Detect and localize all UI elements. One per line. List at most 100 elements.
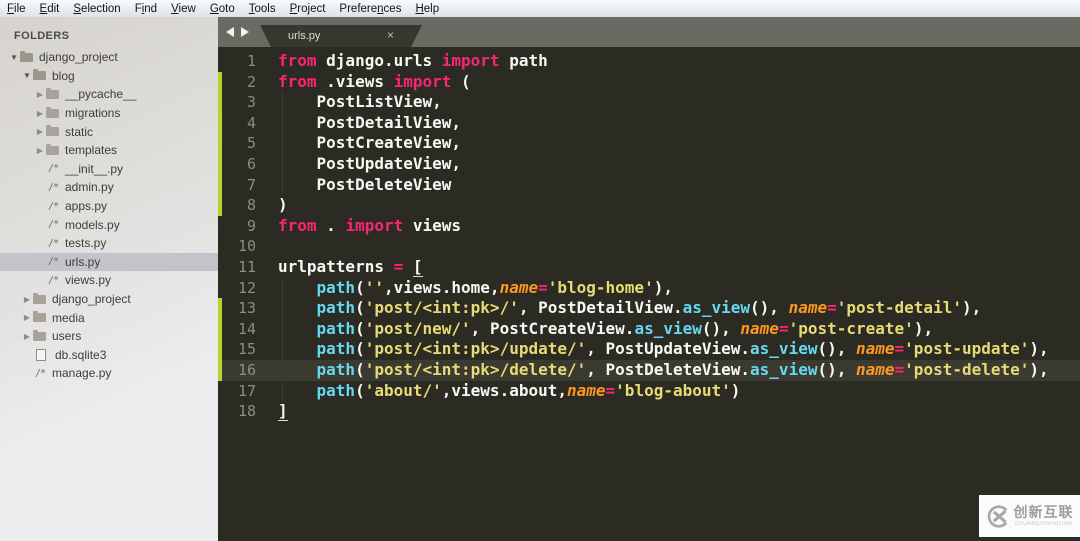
tree-item-label: __pycache__ xyxy=(65,87,137,102)
tree-item-label: migrations xyxy=(65,106,121,121)
line-number: 16 xyxy=(237,360,256,379)
tab-urls-py[interactable]: urls.py × xyxy=(260,25,422,47)
line-number: 18 xyxy=(237,402,256,421)
menu-find[interactable]: Find xyxy=(128,3,164,15)
menu-file[interactable]: File xyxy=(0,3,33,15)
code-line[interactable]: 9 from . import views xyxy=(218,216,1080,237)
tab-scroll-left-icon[interactable] xyxy=(226,27,234,37)
sidebar-folders-panel: FOLDERS ▼ django_project ▼ blog ▶ __pycache__… xyxy=(0,17,218,541)
code-line[interactable]: 14 path('post/new/', PostCreateView.as_v… xyxy=(218,318,1080,340)
line-number: 6 xyxy=(246,154,256,173)
tree-item-views-py[interactable]: /* views.py xyxy=(0,271,218,290)
tree-item-templates[interactable]: ▶ templates xyxy=(0,141,218,160)
python-file-icon: /* xyxy=(47,237,59,249)
code-line[interactable]: 7 PostDeleteView xyxy=(218,174,1080,196)
tab-scroll-right-icon[interactable] xyxy=(241,27,249,37)
folder-tree: ▼ django_project ▼ blog ▶ __pycache__ ▶ migrati… xyxy=(0,48,218,383)
line-number: 4 xyxy=(246,113,256,132)
menu-selection[interactable]: Selection xyxy=(66,3,127,15)
chevron-right-icon[interactable]: ▶ xyxy=(21,313,33,322)
menu-help[interactable]: Help xyxy=(408,3,446,15)
line-number: 14 xyxy=(237,319,256,338)
code-text: PostDetailView, xyxy=(278,112,462,132)
menu-tools[interactable]: Tools xyxy=(242,3,283,15)
folder-icon xyxy=(33,69,46,81)
line-number: 2 xyxy=(246,72,256,91)
tree-item-blog[interactable]: ▼ blog xyxy=(0,67,218,86)
tree-item-label: media xyxy=(52,310,85,325)
code-line[interactable]: 1 from django.urls import path xyxy=(218,51,1080,72)
tree-item-label: urls.py xyxy=(65,254,101,269)
tree-item-media[interactable]: ▶ media xyxy=(0,308,218,327)
watermark-title: 创新互联 xyxy=(1013,504,1074,520)
chevron-right-icon[interactable]: ▶ xyxy=(34,109,46,118)
tree-item-label: templates xyxy=(65,143,118,158)
tree-item--pycache-[interactable]: ▶ __pycache__ xyxy=(0,85,218,104)
tree-item-models-py[interactable]: /* models.py xyxy=(0,215,218,234)
line-number: 13 xyxy=(237,299,256,318)
menu-preferences[interactable]: Preferences xyxy=(332,3,408,15)
menu-edit[interactable]: Edit xyxy=(33,3,67,15)
tree-item-label: models.py xyxy=(65,217,120,232)
chevron-down-icon[interactable]: ▼ xyxy=(8,53,20,62)
tree-item-django-project[interactable]: ▶ django_project xyxy=(0,290,218,309)
code-line[interactable]: 18] xyxy=(218,401,1080,422)
code-line[interactable]: 15 path('post/<int:pk>/update/', PostUpd… xyxy=(218,339,1080,360)
line-number: 15 xyxy=(237,340,256,359)
tree-item-migrations[interactable]: ▶ migrations xyxy=(0,104,218,123)
chevron-down-icon[interactable]: ▼ xyxy=(21,71,33,80)
code-text: path('post/<int:pk>/', PostDetailView.as… xyxy=(316,298,982,318)
chevron-right-icon[interactable]: ▶ xyxy=(34,90,46,99)
chevron-right-icon[interactable]: ▶ xyxy=(21,295,33,304)
tree-item-manage-py[interactable]: /* manage.py xyxy=(0,364,218,383)
folder-icon xyxy=(33,329,46,341)
code-line[interactable]: 10 xyxy=(218,236,1080,257)
code-line[interactable]: 16 path('post/<int:pk>/delete/', PostDel… xyxy=(218,359,1080,381)
code-line[interactable]: 12 path('',views.home,name='blog-home'), xyxy=(218,278,1080,299)
code-line[interactable]: 2 from .views import ( xyxy=(218,71,1080,93)
code-line[interactable]: 3 PostListView, xyxy=(218,92,1080,113)
tree-item-label: views.py xyxy=(65,273,112,288)
folder-icon xyxy=(46,125,59,137)
python-file-icon: /* xyxy=(47,163,59,175)
code-line[interactable]: 13 path('post/<int:pk>/', PostDetailView… xyxy=(218,298,1080,319)
tree-item--init-py[interactable]: /* __init__.py xyxy=(0,160,218,179)
tree-item-urls-py[interactable]: /* urls.py xyxy=(0,252,218,272)
code-text: PostCreateView, xyxy=(278,133,462,153)
tree-item-tests-py[interactable]: /* tests.py xyxy=(0,234,218,253)
code-text: path('about/',views.about,name='blog-abo… xyxy=(316,380,741,400)
tree-item-apps-py[interactable]: /* apps.py xyxy=(0,197,218,216)
chevron-right-icon[interactable]: ▶ xyxy=(21,332,33,341)
tree-item-db-sqlite3[interactable]: db.sqlite3 xyxy=(0,346,218,365)
code-text: ] xyxy=(278,401,288,422)
tree-item-admin-py[interactable]: /* admin.py xyxy=(0,178,218,197)
python-file-icon: /* xyxy=(47,219,59,231)
tree-item-label: blog xyxy=(52,68,75,83)
code-line[interactable]: 17 path('about/',views.about,name='blog-… xyxy=(218,381,1080,402)
menu-view[interactable]: View xyxy=(164,3,203,15)
line-number: 12 xyxy=(237,278,256,297)
chevron-right-icon[interactable]: ▶ xyxy=(34,127,46,136)
line-number: 8 xyxy=(246,196,256,215)
menu-goto[interactable]: Goto xyxy=(203,3,242,15)
tree-item-static[interactable]: ▶ static xyxy=(0,122,218,141)
chuangxin-logo-icon xyxy=(987,504,1007,528)
tree-item-users[interactable]: ▶ users xyxy=(0,327,218,346)
code-line[interactable]: 8) xyxy=(218,195,1080,216)
folder-icon xyxy=(46,106,59,118)
code-line[interactable]: 6 PostUpdateView, xyxy=(218,153,1080,175)
line-number: 7 xyxy=(246,175,256,194)
python-file-icon: /* xyxy=(47,274,59,286)
tree-item-label: tests.py xyxy=(65,236,107,251)
tree-item-django-project[interactable]: ▼ django_project xyxy=(0,48,218,67)
code-line[interactable]: 11 urlpatterns = [ xyxy=(218,256,1080,278)
menu-project[interactable]: Project xyxy=(283,3,333,15)
chevron-right-icon[interactable]: ▶ xyxy=(34,146,46,155)
tree-item-label: manage.py xyxy=(52,366,112,381)
code-line[interactable]: 5 PostCreateView, xyxy=(218,133,1080,154)
tab-close-icon[interactable]: × xyxy=(387,28,394,42)
code-editor[interactable]: 1 from django.urls import path 2 from .view… xyxy=(218,47,1080,541)
line-number: 1 xyxy=(246,52,256,70)
tree-item-label: django_project xyxy=(39,50,118,65)
code-line[interactable]: 4 PostDetailView, xyxy=(218,112,1080,134)
